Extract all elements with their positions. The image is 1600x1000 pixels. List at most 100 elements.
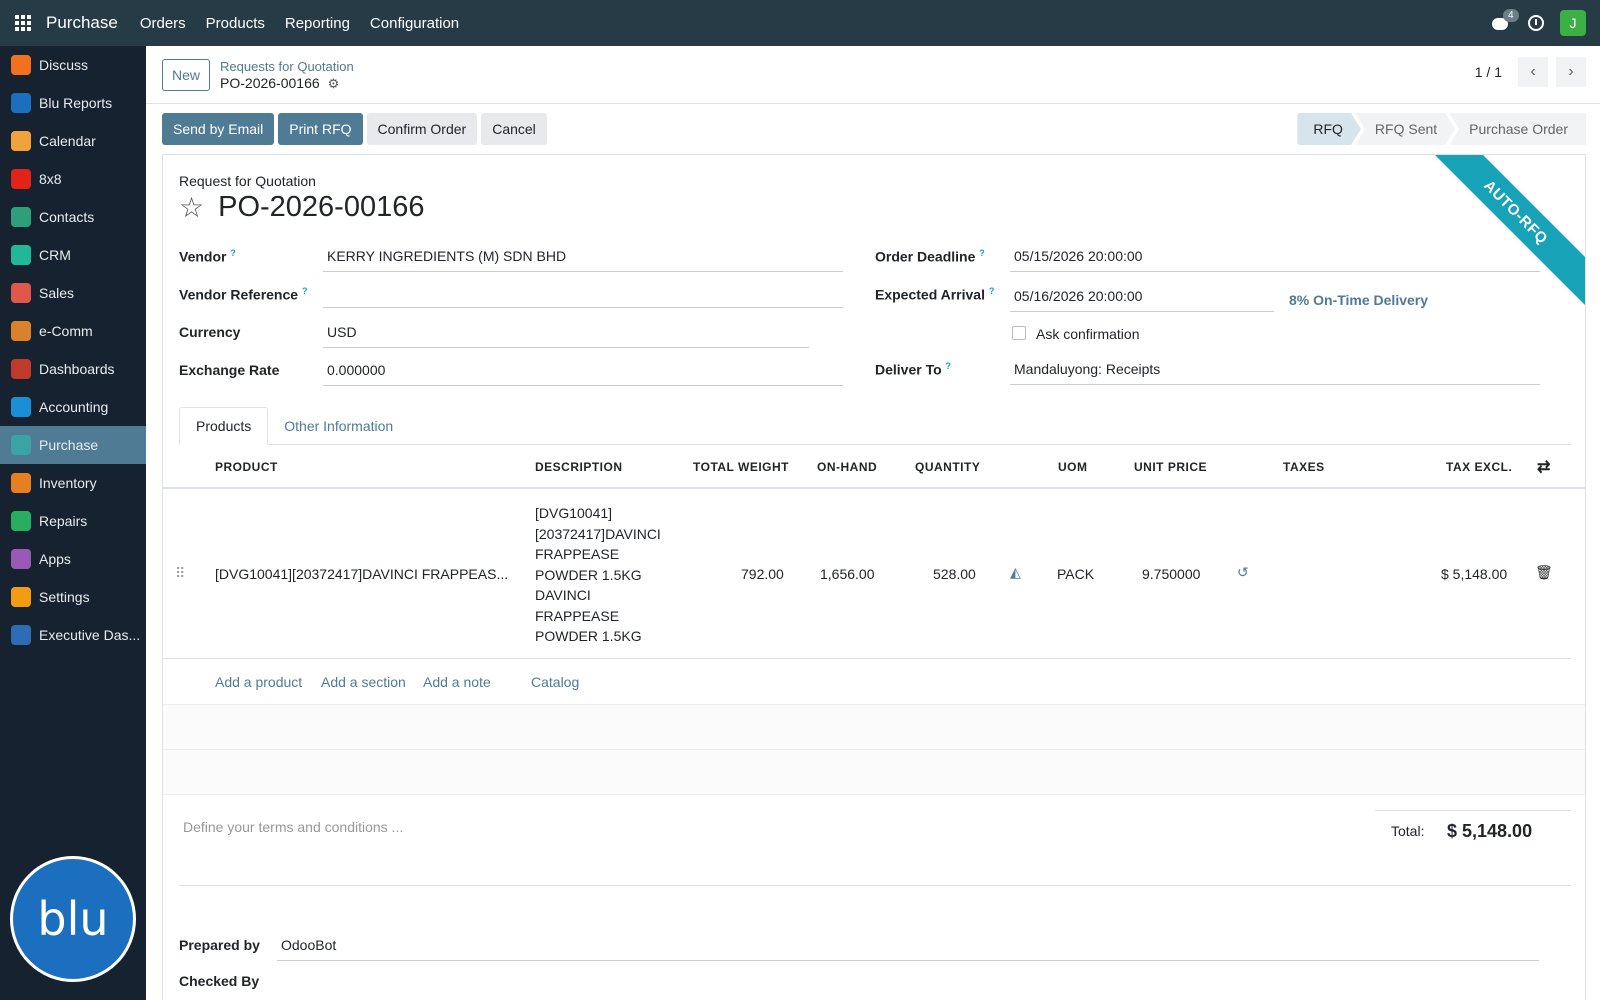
cell-tax-excl: $ 5,148.00 [1441, 566, 1508, 582]
drag-handle-icon[interactable]: ⠿ [175, 565, 185, 582]
total-divider [1375, 810, 1571, 811]
cell-uom[interactable]: PACK [1057, 566, 1094, 582]
calendar-icon [11, 131, 31, 151]
sidebar-item-label: Calendar [39, 133, 96, 149]
tab-other-information[interactable]: Other Information [268, 407, 409, 445]
gear-icon[interactable]: ⚙ [328, 75, 340, 92]
add-section-link[interactable]: Add a section [321, 674, 406, 690]
vendor-reference-label: Vendor Reference ? [179, 286, 308, 303]
stage-rfq-sent[interactable]: RFQ Sent [1355, 113, 1455, 145]
menu-reporting[interactable]: Reporting [285, 15, 350, 32]
currency-field[interactable]: USD [323, 324, 809, 348]
sidebar-item-label: Purchase [39, 437, 99, 453]
sidebar-item-calendar[interactable]: Calendar [0, 122, 146, 160]
sidebar-item-ecomm[interactable]: e-Comm [0, 312, 146, 350]
add-product-link[interactable]: Add a product [215, 674, 302, 690]
sidebar-item-apps[interactable]: Apps [0, 540, 146, 578]
sidebar-item-sales[interactable]: Sales [0, 274, 146, 312]
expected-arrival-field[interactable]: 05/16/2026 20:00:00 [1010, 288, 1274, 312]
col-description[interactable]: DESCRIPTION [535, 460, 623, 474]
blu-logo: blu [10, 856, 136, 982]
sidebar-item-discuss[interactable]: Discuss [0, 46, 146, 84]
optional-columns-icon[interactable]: ⇄ [1537, 457, 1551, 477]
star-icon[interactable]: ☆ [179, 191, 204, 224]
terms-conditions-field[interactable]: Define your terms and conditions ... [183, 819, 403, 835]
vendor-field[interactable]: KERRY INGREDIENTS (M) SDN BHD [323, 248, 843, 272]
col-on-hand[interactable]: ON-HAND [817, 460, 877, 474]
sidebar-item-8x8[interactable]: 8x8 [0, 160, 146, 198]
confirm-order-button[interactable]: Confirm Order [366, 113, 478, 145]
sidebar-item-purchase[interactable]: Purchase [0, 426, 146, 464]
sidebar-item-inventory[interactable]: Inventory [0, 464, 146, 502]
catalog-link[interactable]: Catalog [531, 674, 579, 690]
menu-configuration[interactable]: Configuration [370, 15, 459, 32]
checked-by-label: Checked By [179, 973, 260, 989]
sales-icon [11, 283, 31, 303]
sidebar-item-accounting[interactable]: Accounting [0, 388, 146, 426]
prepared-by-field[interactable]: OdooBot [277, 937, 1539, 961]
sidebar-item-dashboards[interactable]: Dashboards [0, 350, 146, 388]
app-menu-icon[interactable] [0, 0, 46, 46]
col-tax-excl[interactable]: TAX EXCL. [1446, 460, 1512, 474]
menu-products[interactable]: Products [206, 15, 265, 32]
cancel-button[interactable]: Cancel [481, 113, 547, 145]
pager-value[interactable]: 1 / 1 [1475, 64, 1502, 80]
apps-icon [11, 549, 31, 569]
col-unit-price[interactable]: UNIT PRICE [1134, 460, 1207, 474]
stage-purchase-order[interactable]: Purchase Order [1449, 113, 1586, 145]
col-total-weight[interactable]: TOTAL WEIGHT [693, 460, 789, 474]
chevron-left-icon[interactable]: ‹ [1518, 57, 1548, 87]
deliver-to-field[interactable]: Mandaluyong: Receipts [1010, 361, 1540, 385]
sidebar-item-crm[interactable]: CRM [0, 236, 146, 274]
notebook-tabs: Products Other Information [179, 407, 1571, 445]
crm-icon [11, 245, 31, 265]
ask-confirmation-checkbox[interactable] [1012, 326, 1026, 340]
prepared-by-label: Prepared by [179, 937, 260, 953]
col-taxes[interactable]: TAXES [1283, 460, 1325, 474]
sidebar-item-label: Blu Reports [39, 95, 113, 111]
sidebar-item-repairs[interactable]: Repairs [0, 502, 146, 540]
col-product[interactable]: PRODUCT [215, 460, 278, 474]
menu-orders[interactable]: Orders [140, 15, 186, 32]
print-rfq-button[interactable]: Print RFQ [278, 113, 363, 145]
ecomm-icon [11, 321, 31, 341]
forecast-chart-icon[interactable]: ◭ [1010, 564, 1021, 581]
sidebar: Discuss Blu Reports Calendar 8x8 Contacts CRM… [0, 46, 146, 1000]
send-by-email-button[interactable]: Send by Email [162, 113, 275, 145]
cell-product[interactable]: [DVG10041][20372417]DAVINCI FRAPPEAS... [215, 566, 508, 582]
ask-confirmation-label: Ask confirmation [1036, 326, 1140, 342]
form-sheet: AUTO-RFQ Request for Quotation ☆ PO-2026… [162, 154, 1586, 1000]
tab-products[interactable]: Products [179, 407, 269, 445]
sidebar-item-contacts[interactable]: Contacts [0, 198, 146, 236]
sidebar-item-executive-dashboard[interactable]: Executive Das... [0, 616, 146, 654]
sidebar-item-blu-reports[interactable]: Blu Reports [0, 84, 146, 122]
exchange-rate-field[interactable]: 0.000000 [323, 362, 843, 386]
vendor-reference-field[interactable] [323, 284, 843, 308]
add-note-link[interactable]: Add a note [423, 674, 491, 690]
table-row[interactable]: ⠿ [DVG10041][20372417]DAVINCI FRAPPEAS..… [163, 489, 1571, 659]
trash-icon[interactable]: 🗑 [1535, 564, 1553, 581]
exchange-rate-label: Exchange Rate [179, 362, 280, 378]
col-uom[interactable]: UOM [1058, 460, 1088, 474]
on-time-delivery-link[interactable]: 8% On-Time Delivery [1289, 292, 1428, 308]
user-avatar[interactable]: J [1560, 10, 1586, 36]
chat-icon[interactable]: 4 [1490, 9, 1519, 33]
sidebar-item-label: e-Comm [39, 323, 93, 339]
cell-quantity[interactable]: 528.00 [933, 566, 976, 582]
col-quantity[interactable]: QUANTITY [915, 460, 980, 474]
total-label: Total: [1391, 823, 1425, 839]
sidebar-item-settings[interactable]: Settings [0, 578, 146, 616]
sidebar-item-label: 8x8 [39, 171, 62, 187]
breadcrumb-parent[interactable]: Requests for Quotation [220, 58, 354, 75]
dashboards-icon [11, 359, 31, 379]
cell-description[interactable]: [DVG10041] [20372417]DAVINCI FRAPPEASE P… [535, 503, 675, 647]
new-button[interactable]: New [162, 58, 211, 91]
order-deadline-field[interactable]: 05/15/2026 20:00:00 [1010, 248, 1540, 272]
document-name: PO-2026-00166 [218, 191, 425, 223]
cell-unit-price[interactable]: 9.750000 [1142, 566, 1200, 582]
stage-rfq[interactable]: RFQ [1297, 113, 1361, 145]
chevron-right-icon[interactable]: › [1556, 57, 1586, 87]
reset-price-icon[interactable]: ↺ [1237, 564, 1249, 581]
activity-clock-icon[interactable] [1528, 15, 1544, 31]
app-brand[interactable]: Purchase [46, 13, 118, 33]
